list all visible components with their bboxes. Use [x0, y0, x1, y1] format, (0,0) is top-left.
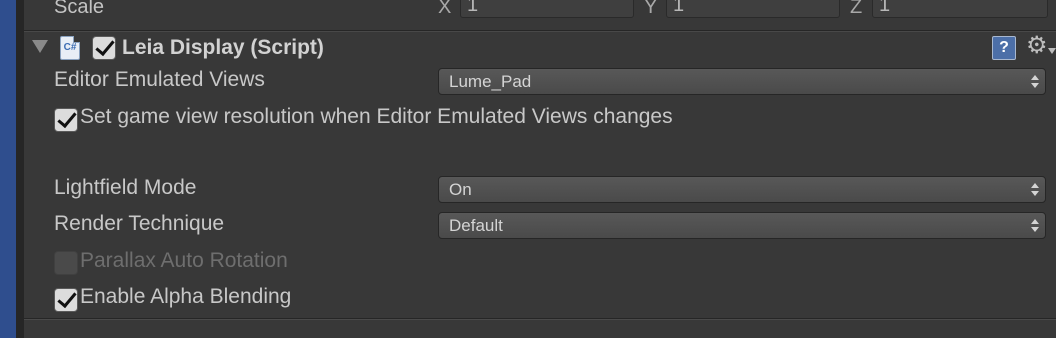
dropdown-arrows-icon [1031, 183, 1039, 197]
dropdown-arrows-icon [1031, 219, 1039, 233]
editor-emulated-views-value: Lume_Pad [449, 72, 532, 91]
component-enabled-checkbox[interactable] [92, 36, 116, 60]
gear-icon[interactable]: ⚙ [1026, 33, 1048, 59]
enable-alpha-blending-label: Enable Alpha Blending [80, 285, 292, 308]
scale-label: Scale [54, 0, 105, 18]
enable-alpha-blending-checkbox[interactable] [54, 288, 78, 312]
editor-emulated-views-dropdown[interactable]: Lume_Pad [438, 68, 1046, 95]
help-icon[interactable]: ? [992, 36, 1016, 60]
dropdown-arrows-icon [1031, 75, 1039, 89]
window-edge-gap [16, 0, 24, 338]
script-icon: C# [60, 36, 80, 60]
lightfield-mode-label: Lightfield Mode [54, 176, 197, 199]
lightfield-mode-dropdown[interactable]: On [438, 176, 1046, 203]
render-technique-dropdown[interactable]: Default [438, 212, 1046, 239]
render-technique-value: Default [449, 216, 503, 235]
scale-row: Scale X 1 Y 1 Z 1 [24, 0, 1056, 18]
render-technique-label: Render Technique [54, 212, 225, 235]
scale-y-label: Y [644, 0, 658, 18]
inspector-panel: Scale X 1 Y 1 Z 1 C# Leia Display (Scrip… [24, 0, 1056, 338]
scale-x-label: X [438, 0, 452, 18]
window-edge-strip [0, 0, 16, 338]
scale-x-field[interactable]: 1 [460, 0, 634, 18]
parallax-auto-rotation-checkbox [54, 251, 78, 275]
foldout-icon[interactable] [32, 40, 48, 53]
parallax-auto-rotation-label: Parallax Auto Rotation [80, 249, 288, 272]
editor-emulated-views-label: Editor Emulated Views [54, 68, 265, 91]
component-header[interactable]: C# Leia Display (Script) ? ⚙ [24, 32, 1056, 64]
gear-caret-icon [1048, 48, 1056, 54]
set-game-view-resolution-checkbox[interactable] [54, 108, 78, 132]
scale-z-field[interactable]: 1 [872, 0, 1048, 18]
scale-z-label: Z [850, 0, 863, 18]
scale-y-field[interactable]: 1 [666, 0, 840, 18]
divider-highlight [24, 319, 1056, 320]
component-title: Leia Display (Script) [122, 36, 324, 59]
lightfield-mode-value: On [449, 180, 472, 199]
set-game-view-resolution-label: Set game view resolution when Editor Emu… [80, 105, 673, 128]
